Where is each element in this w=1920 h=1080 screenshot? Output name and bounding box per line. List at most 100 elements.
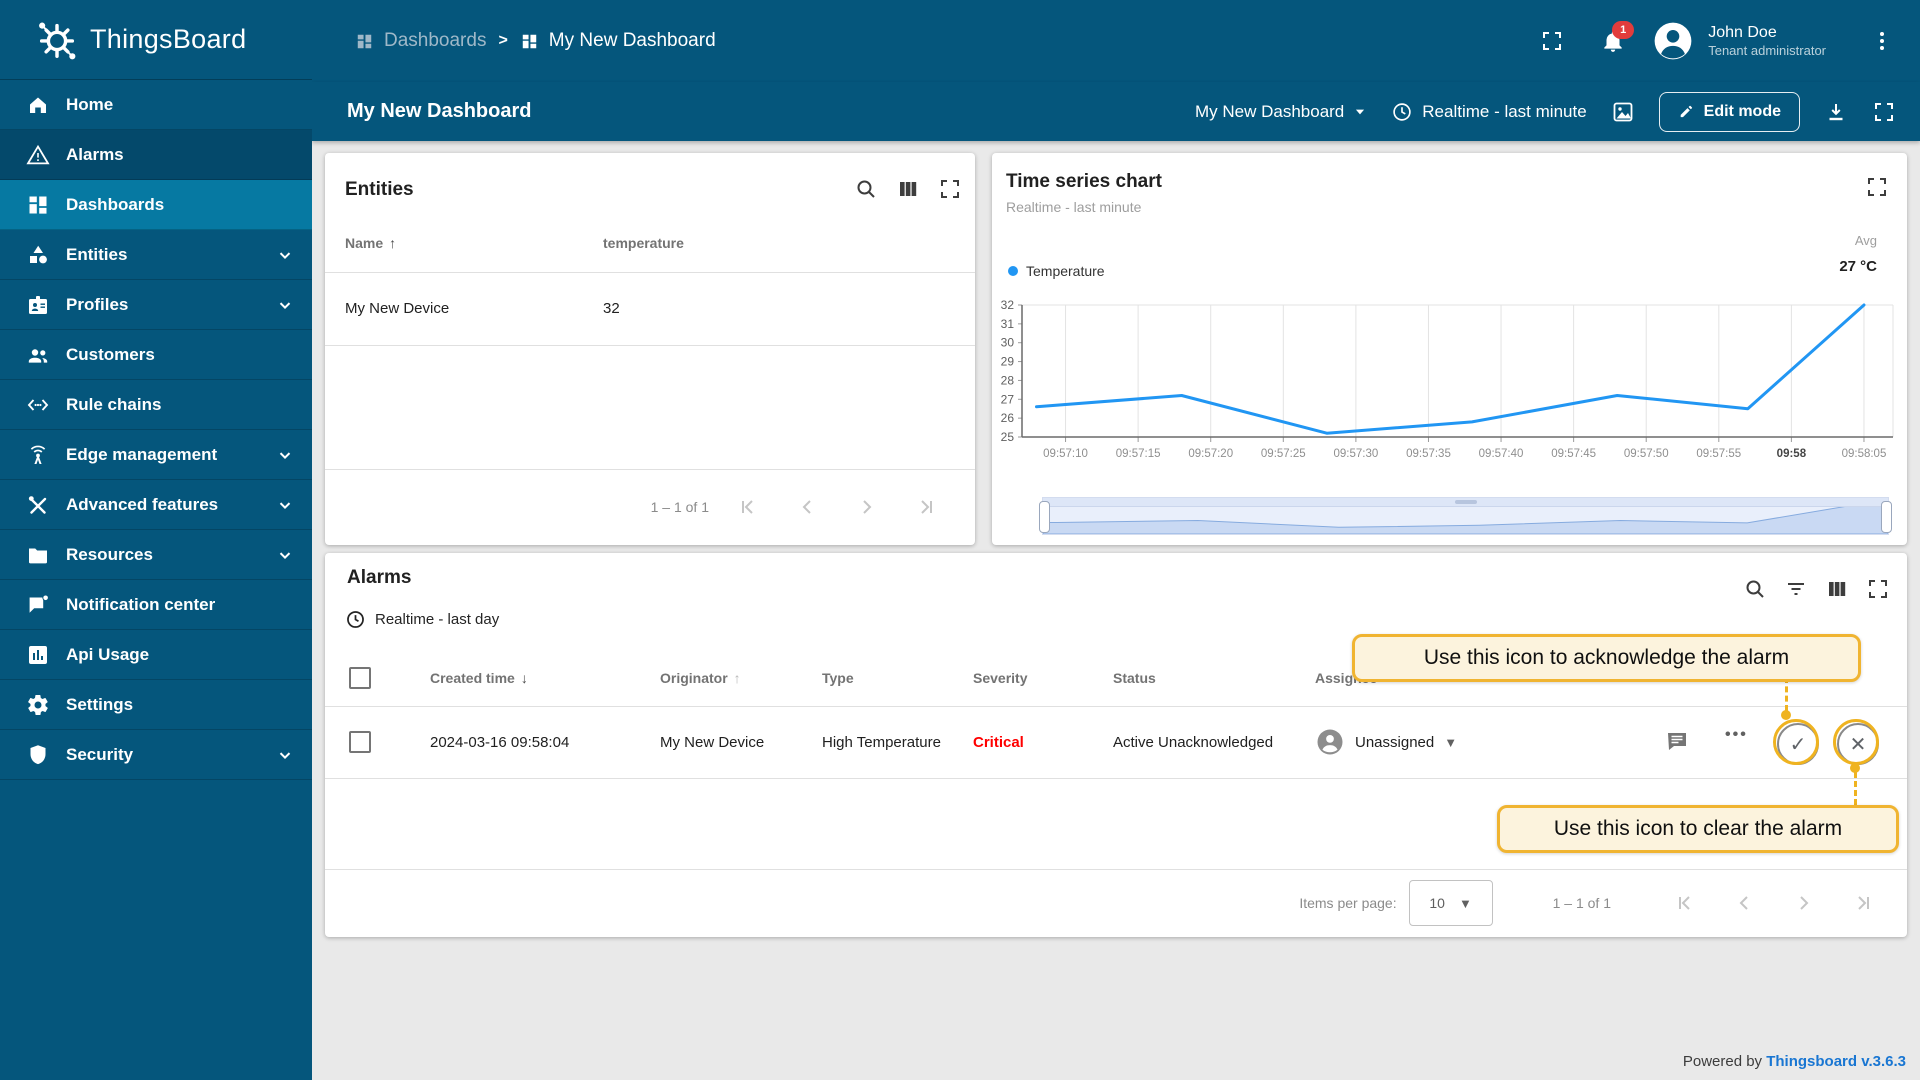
- assignee-avatar-icon: [1317, 729, 1343, 755]
- search-icon[interactable]: [1743, 577, 1767, 601]
- sidebar-item-notification-center[interactable]: Notification center: [0, 580, 312, 630]
- sidebar-item-resources[interactable]: Resources: [0, 530, 312, 580]
- time-series-chart: 09:57:10 09:57:15 09:57:20 09:57:25 09:57:30…: [1001, 298, 1894, 460]
- breadcrumb-dashboards[interactable]: Dashboards: [355, 30, 486, 52]
- column-header-created-time[interactable]: Created time ↓: [430, 670, 660, 686]
- items-per-page-select[interactable]: 10 ▼: [1408, 880, 1493, 926]
- legend-dot: [1008, 266, 1018, 276]
- svg-text:27: 27: [1001, 392, 1015, 406]
- expand-icon[interactable]: [1866, 577, 1890, 601]
- alarms-timewindow[interactable]: Realtime - last day: [345, 609, 499, 630]
- more-actions-icon[interactable]: •••: [1725, 726, 1748, 744]
- sidebar-item-advanced-features[interactable]: Advanced features: [0, 480, 312, 530]
- expand-icon[interactable]: [1865, 175, 1889, 199]
- column-header-name[interactable]: Name ↑: [345, 235, 396, 251]
- dashboard-content: Entities Name ↑ temperature My New Device…: [312, 141, 1920, 1080]
- alarms-paginator: Items per page: 10 ▼ 1 – 1 of 1: [1299, 869, 1882, 937]
- chevron-down-icon: [276, 496, 294, 514]
- time-series-chart-widget: Time series chart Realtime - last minute…: [992, 153, 1907, 545]
- entities-paginator: 1 – 1 of 1: [651, 469, 945, 545]
- alarm-table-row[interactable]: 2024-03-16 09:58:04 My New Device High T…: [325, 706, 1907, 778]
- dashboard-toolbar: My New Dashboard My New Dashboard Realti…: [312, 82, 1920, 141]
- sort-desc-icon: ↓: [520, 670, 528, 686]
- warning-icon: [26, 143, 50, 167]
- column-header-originator[interactable]: Originator ↑: [660, 670, 822, 686]
- slider-handle-right[interactable]: [1881, 501, 1892, 533]
- sidebar-item-dashboards[interactable]: Dashboards: [0, 180, 312, 230]
- first-page-button[interactable]: [729, 489, 765, 525]
- sidebar-item-rule-chains[interactable]: Rule chains: [0, 380, 312, 430]
- version-link[interactable]: Thingsboard v.3.6.3: [1766, 1053, 1906, 1070]
- svg-text:31: 31: [1001, 317, 1015, 331]
- chart-zoom-slider[interactable]: [1039, 497, 1892, 535]
- legend-item[interactable]: Temperature: [1008, 263, 1105, 279]
- sidebar-item-settings[interactable]: Settings: [0, 680, 312, 730]
- sidebar-item-security[interactable]: Security: [0, 730, 312, 780]
- page-title: My New Dashboard: [347, 100, 532, 122]
- last-page-button[interactable]: [1846, 885, 1882, 921]
- slider-grip[interactable]: [1043, 498, 1888, 507]
- gear-icon: [26, 693, 50, 717]
- edit-mode-button[interactable]: Edit mode: [1658, 91, 1800, 132]
- dashboard-state-select[interactable]: My New Dashboard: [1195, 102, 1367, 122]
- sidebar-item-edge-management[interactable]: Edge management: [0, 430, 312, 480]
- expand-icon[interactable]: [938, 177, 962, 201]
- filter-icon[interactable]: [1784, 577, 1808, 601]
- column-header-type[interactable]: Type: [822, 670, 973, 686]
- notification-icon: [26, 593, 50, 617]
- kebab-menu-icon[interactable]: [1870, 29, 1894, 53]
- chevron-down-icon: [276, 446, 294, 464]
- svg-text:09:57:15: 09:57:15: [1116, 448, 1161, 460]
- sidebar-item-api-usage[interactable]: Api Usage: [0, 630, 312, 680]
- sidebar-item-alarms[interactable]: Alarms: [0, 130, 312, 180]
- people-icon: [26, 343, 50, 367]
- chevron-down-icon: [276, 546, 294, 564]
- svg-text:29: 29: [1001, 355, 1015, 369]
- avatar[interactable]: [1652, 20, 1694, 62]
- search-icon[interactable]: [854, 177, 878, 201]
- alarm-details-icon[interactable]: [1665, 730, 1689, 754]
- column-header-status[interactable]: Status: [1113, 670, 1315, 686]
- row-checkbox[interactable]: [349, 731, 371, 753]
- column-header-temperature[interactable]: temperature: [603, 235, 684, 251]
- table-row[interactable]: My New Device 32: [325, 272, 975, 345]
- svg-text:09:57:30: 09:57:30: [1334, 448, 1379, 460]
- annotation-acknowledge-callout: Use this icon to acknowledge the alarm: [1352, 634, 1861, 682]
- user-block[interactable]: John Doe Tenant administrator: [1708, 23, 1826, 59]
- select-all-checkbox[interactable]: [349, 667, 371, 689]
- sort-asc-icon: ↑: [733, 670, 741, 686]
- fullscreen-icon[interactable]: [1872, 100, 1896, 124]
- fullscreen-icon[interactable]: [1540, 29, 1564, 53]
- annotation-connector-dot: [1781, 710, 1791, 720]
- sidebar-item-customers[interactable]: Customers: [0, 330, 312, 380]
- clock-icon: [1393, 102, 1411, 121]
- pencil-icon: [1680, 105, 1692, 118]
- notifications-bell-icon[interactable]: 1: [1600, 21, 1635, 54]
- prev-page-button[interactable]: [789, 489, 825, 525]
- entities-widget: Entities Name ↑ temperature My New Device…: [325, 153, 975, 545]
- dashboard-image-icon[interactable]: [1611, 100, 1635, 124]
- legend-label: Temperature: [1026, 263, 1105, 279]
- sidebar-item-profiles[interactable]: Profiles: [0, 280, 312, 330]
- sidebar-item-entities[interactable]: Entities: [0, 230, 312, 280]
- main-nav: Home Alarms Dashboards Entities Profiles…: [0, 80, 312, 780]
- download-icon[interactable]: [1824, 100, 1848, 124]
- columns-icon[interactable]: [896, 177, 920, 201]
- breadcrumb-current[interactable]: My New Dashboard: [520, 30, 716, 52]
- column-header-severity[interactable]: Severity: [973, 670, 1113, 686]
- next-page-button[interactable]: [849, 489, 885, 525]
- sidebar-item-home[interactable]: Home: [0, 80, 312, 130]
- svg-text:28: 28: [1001, 373, 1015, 387]
- next-page-button[interactable]: [1786, 885, 1822, 921]
- footer: Powered by Thingsboard v.3.6.3: [1683, 1053, 1906, 1070]
- last-page-button[interactable]: [909, 489, 945, 525]
- prev-page-button[interactable]: [1726, 885, 1762, 921]
- columns-icon[interactable]: [1825, 577, 1849, 601]
- app-logo[interactable]: ThingsBoard: [0, 0, 312, 80]
- clock-icon: [347, 611, 364, 628]
- timewindow-button[interactable]: Realtime - last minute: [1391, 101, 1587, 123]
- user-role: Tenant administrator: [1708, 42, 1826, 58]
- first-page-button[interactable]: [1666, 885, 1702, 921]
- slider-handle-left[interactable]: [1039, 501, 1050, 533]
- caret-down-icon: ▼: [1444, 734, 1458, 750]
